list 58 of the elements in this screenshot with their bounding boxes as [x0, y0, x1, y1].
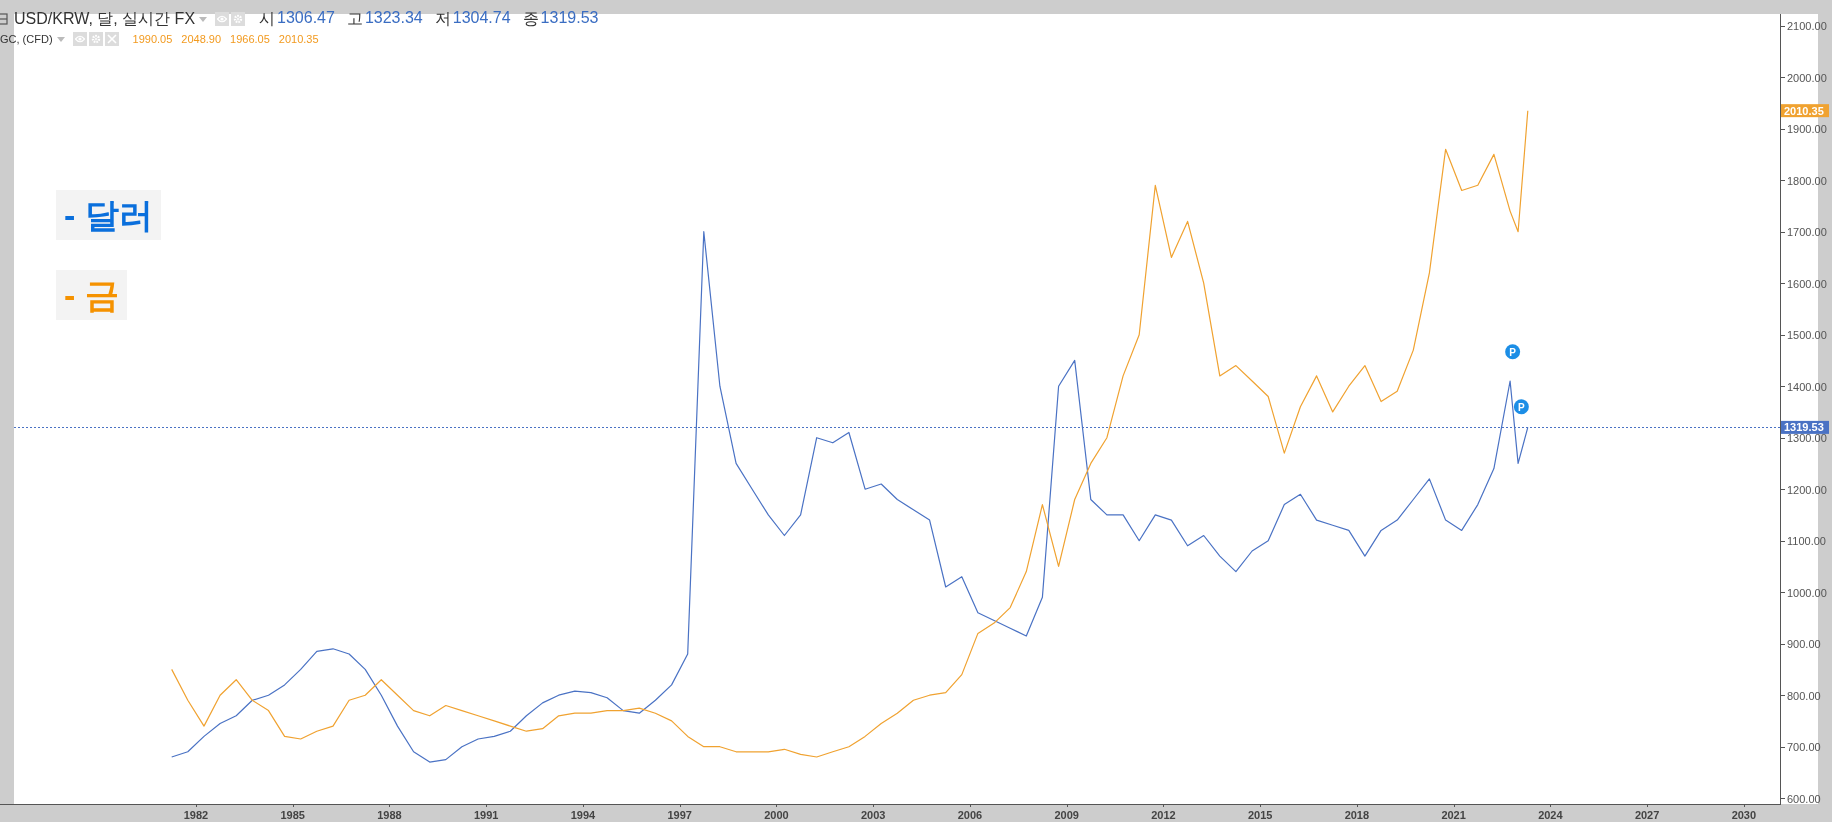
field-value: 1966.05	[230, 33, 270, 45]
series-symbol[interactable]: USD/KRW, 달, 실시간 FX	[14, 8, 196, 30]
price-tag: 1319.53	[13, 420, 1829, 434]
axis-label: 2015	[1247, 809, 1273, 821]
axis-label: 1994	[570, 809, 596, 821]
legend-note: - 금	[56, 270, 127, 320]
axis-label: 1100.00	[1787, 535, 1826, 548]
axis-label: 700.00	[1787, 741, 1821, 754]
field-value: 2048.90	[181, 33, 222, 45]
axis-label: 1900.00	[1787, 123, 1827, 136]
legend-note: - 달러	[56, 190, 161, 240]
field-label: 고	[346, 8, 363, 29]
axis-label: 600.00	[1787, 792, 1821, 805]
axis-label: 2021	[1441, 809, 1466, 821]
axis-label: 2027	[1634, 809, 1660, 821]
axis-label: 1985	[280, 809, 305, 821]
field-value: 1990.05	[132, 33, 173, 45]
field-value: 1304.74	[452, 8, 511, 28]
eye-icon[interactable]	[215, 12, 230, 26]
gear-icon[interactable]	[231, 12, 246, 26]
field-value: 1323.34	[364, 8, 423, 28]
axis-label: 800.00	[1787, 689, 1821, 702]
axis-label: 1988	[377, 809, 402, 821]
series-symbol[interactable]: GC, (CFD)	[0, 33, 53, 45]
axis-label: 2000.00	[1787, 71, 1827, 84]
field-label: 종	[522, 8, 539, 29]
caret-icon[interactable]	[56, 36, 65, 42]
axis-label: 1997	[667, 809, 692, 821]
axis-label: 1991	[473, 809, 499, 821]
axis-label: 2012	[1151, 809, 1176, 821]
annotation: P	[1518, 401, 1526, 413]
axis-label: 1000.00	[1787, 586, 1827, 599]
axis-label: 1400.00	[1787, 380, 1827, 393]
axis-label: 1300.00	[1787, 432, 1827, 445]
axis-label: 1200.00	[1787, 483, 1827, 496]
field-value: 2010.35	[278, 33, 319, 45]
axis-label: 1800.00	[1787, 174, 1827, 187]
axis-label: 1600.00	[1787, 277, 1827, 290]
axis-label: 2100.00	[1787, 20, 1827, 33]
axis-label: 1700.00	[1787, 226, 1827, 239]
axis-label: 900.00	[1787, 638, 1821, 651]
caret-icon[interactable]	[199, 16, 208, 22]
field-label: 시	[259, 8, 276, 29]
axis-label: 2003	[860, 809, 886, 821]
axis-label: 1982	[183, 809, 209, 821]
price-tag: 2010.35	[1781, 104, 1829, 118]
field-value: 1306.47	[277, 8, 335, 28]
axis-label: 2000	[764, 809, 789, 821]
list-icon[interactable]	[0, 13, 8, 25]
axis-label: 2024	[1538, 809, 1563, 821]
annotation: P	[1509, 346, 1517, 358]
axis-label: 2030	[1731, 809, 1757, 821]
axis-label: 2018	[1344, 809, 1370, 821]
axis-label: 2006	[957, 809, 983, 821]
axis-label: 1500.00	[1787, 329, 1827, 342]
axis-label: 2009	[1054, 809, 1079, 821]
field-value: 1319.53	[540, 8, 599, 28]
field-label: 저	[434, 8, 451, 29]
